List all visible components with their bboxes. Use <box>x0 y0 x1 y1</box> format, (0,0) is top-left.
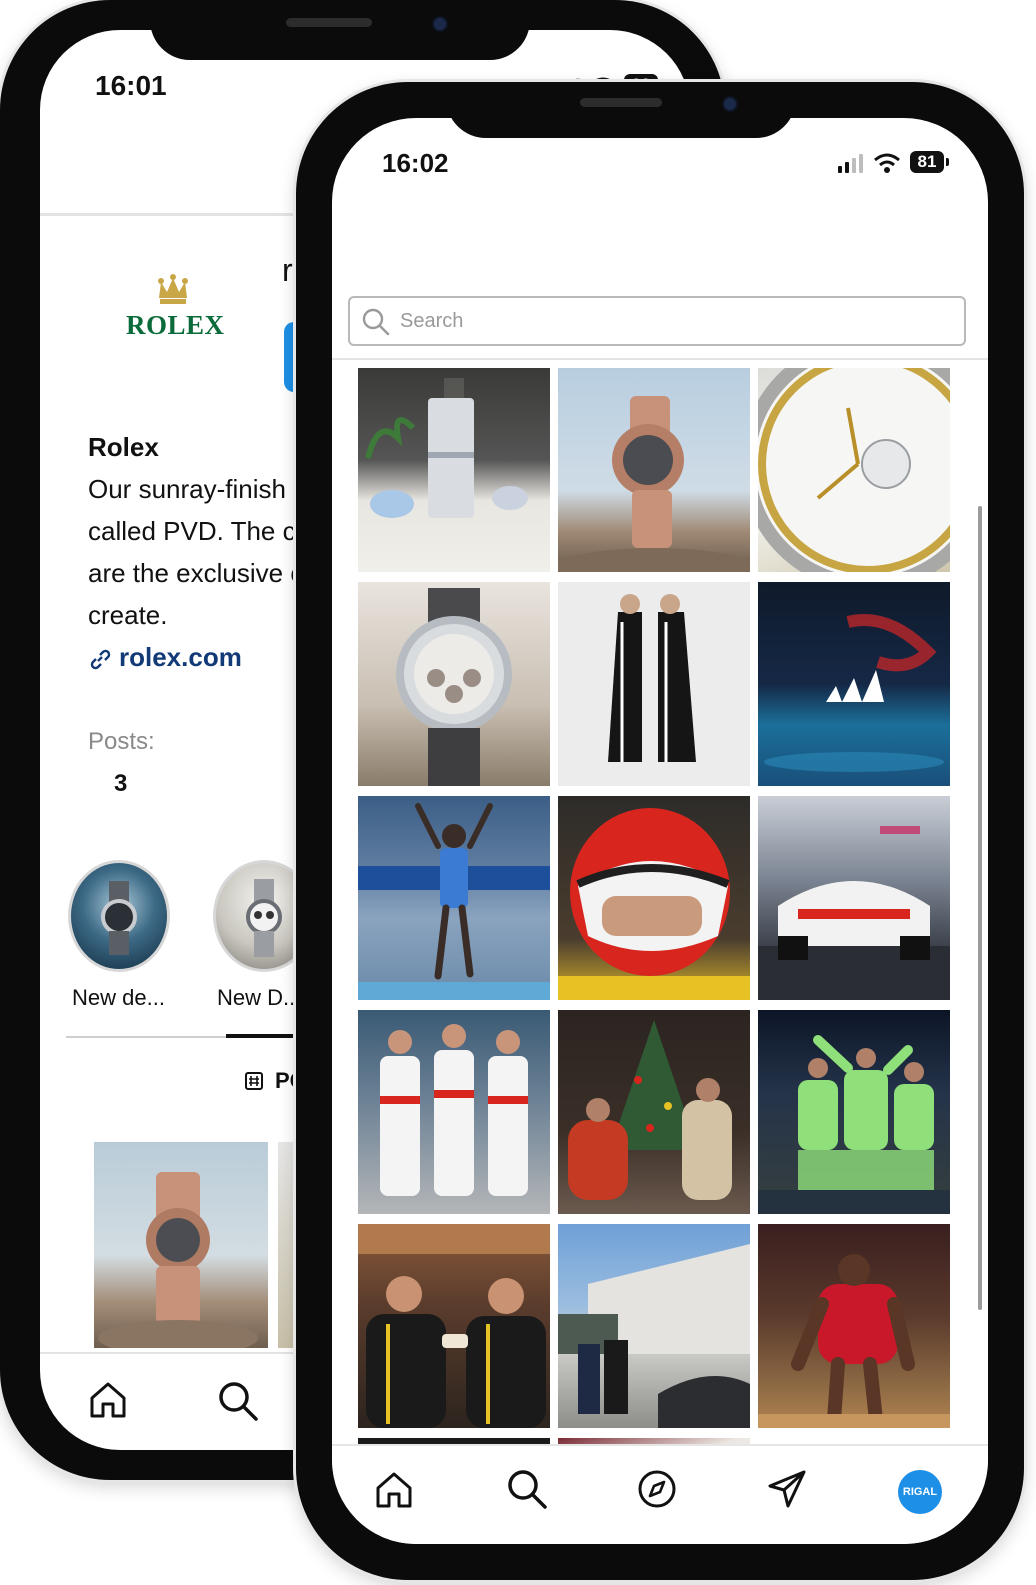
grid-tile[interactable] <box>758 796 950 1000</box>
rolex-crown-icon <box>158 274 188 304</box>
grid-tile[interactable] <box>558 1224 750 1428</box>
status-time: 16:02 <box>382 148 449 178</box>
bio-line: called PVD. The co <box>88 516 311 546</box>
camera <box>722 96 738 112</box>
watch-thumbnail <box>101 881 137 955</box>
front-phone-screen: 16:02 81 Search RIGAL <box>332 118 988 1544</box>
camera <box>432 16 448 32</box>
profile-link[interactable]: rolex.com <box>119 642 242 673</box>
highlight-label: New de... <box>72 985 165 1010</box>
racing-driver-image <box>558 808 750 1000</box>
search-icon[interactable] <box>506 1468 548 1510</box>
fashion-image <box>608 594 696 762</box>
search-icon[interactable] <box>217 1380 259 1422</box>
basketball-image <box>758 1254 950 1428</box>
grid-tile[interactable] <box>358 368 550 572</box>
watch-image <box>98 1172 258 1348</box>
grid-tile[interactable] <box>758 368 950 572</box>
bio-line: create. <box>88 600 168 630</box>
notch <box>150 0 530 60</box>
battery-icon: 81 <box>910 151 949 173</box>
status-time: 16:01 <box>95 70 167 101</box>
racing-team-image <box>380 1024 528 1196</box>
notch <box>446 82 796 138</box>
grid-tile[interactable] <box>758 582 950 786</box>
active-tab-indicator <box>226 1034 306 1038</box>
link-icon <box>90 649 111 670</box>
scrollbar[interactable] <box>978 506 982 1310</box>
highlight-story[interactable] <box>68 860 170 972</box>
family-christmas-image <box>568 1020 732 1200</box>
home-icon[interactable] <box>88 1380 128 1420</box>
football-team-image <box>758 1035 950 1214</box>
send-icon[interactable] <box>766 1468 808 1510</box>
wifi-icon <box>874 153 900 173</box>
grid-tile[interactable] <box>358 1224 550 1428</box>
highlight-label: New D... <box>217 985 302 1010</box>
speaker <box>580 98 662 107</box>
search-placeholder: Search <box>400 310 464 332</box>
grid-tile[interactable] <box>758 1010 950 1214</box>
rolex-logo-text: ROLEX <box>126 310 225 340</box>
post-thumbnail[interactable] <box>94 1142 268 1348</box>
profile-name: Rolex <box>88 432 159 462</box>
profile-username: r <box>282 252 293 288</box>
home-icon[interactable] <box>374 1470 414 1510</box>
grid-tile[interactable] <box>558 368 750 572</box>
watch-image <box>396 588 512 786</box>
watch-image <box>558 396 750 572</box>
toast-image <box>358 1224 550 1428</box>
bottom-nav: RIGAL <box>332 1444 988 1544</box>
posts-count: 3 <box>114 770 128 797</box>
grid-tile[interactable] <box>758 1224 950 1428</box>
marathon-image <box>358 803 550 1000</box>
console-image <box>365 378 528 518</box>
grid-tile[interactable] <box>558 796 750 1000</box>
search-icon <box>362 308 390 336</box>
grid-icon <box>245 1072 263 1090</box>
watch-dial-image <box>758 368 950 572</box>
search-divider <box>332 358 988 360</box>
compass-icon[interactable] <box>636 1468 678 1510</box>
race-car-image <box>758 826 950 1000</box>
speaker <box>286 18 372 27</box>
grid-tile[interactable] <box>558 582 750 786</box>
front-phone: 16:02 81 Search RIGAL <box>296 82 1024 1580</box>
grid-tile[interactable] <box>358 582 550 786</box>
grid-tile[interactable] <box>358 1010 550 1214</box>
grid-tile[interactable] <box>558 1010 750 1214</box>
profile-avatar[interactable]: RIGAL <box>898 1470 942 1514</box>
search-input[interactable]: Search <box>348 296 966 346</box>
posts-label: Posts: <box>88 728 155 755</box>
signal-icon <box>838 154 863 173</box>
grid-tile[interactable] <box>358 796 550 1000</box>
bio-line: are the exclusive c <box>88 558 304 588</box>
building-image <box>558 1244 750 1428</box>
sports-brand-image <box>764 614 944 772</box>
bio-line: Our sunray-finish d <box>88 474 308 504</box>
